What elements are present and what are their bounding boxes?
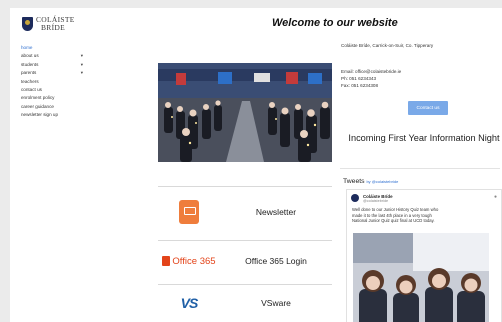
chevron-down-icon[interactable]: ▾ [81, 52, 83, 60]
office365-tile[interactable]: Office 365 Office 365 Login [158, 240, 332, 281]
contact-email[interactable]: Email: office@colaistebride.ie [341, 68, 401, 75]
contact-details: Email: office@colaistebride.ie Ph: 051 6… [341, 68, 401, 90]
vsware-tile[interactable]: VS VSware [158, 284, 332, 321]
sidebar-item-label: students [21, 61, 39, 67]
twitter-icon: ● [493, 194, 497, 200]
sidebar-item-parents[interactable]: parents ▾ [21, 69, 83, 77]
hero-image [158, 63, 332, 162]
contact-us-button[interactable]: Contact us [408, 101, 448, 115]
vsware-label: VSware [261, 298, 291, 308]
newsletter-label: Newsletter [255, 207, 297, 217]
sidebar-item-home[interactable]: home [21, 44, 83, 52]
sidebar-item-label: parents [21, 70, 37, 76]
crest-logo [22, 17, 33, 31]
avatar[interactable] [351, 194, 359, 202]
page: COLÁISTE BRÍDE home about us ▾ students ▾ par… [10, 8, 502, 322]
newsletter-icon [179, 200, 199, 224]
sidebar-item-label: newsletter sign up [21, 112, 59, 118]
newsletter-tile[interactable]: Newsletter [158, 186, 332, 237]
sidebar-item-label: home [21, 45, 33, 50]
sidebar-item-label: enrolment policy [21, 95, 55, 101]
sidebar-item-about-us[interactable]: about us ▾ [21, 52, 83, 60]
logo-line2: BRÍDE [41, 23, 65, 32]
sidebar-item-career-guidance[interactable]: career guidance [21, 103, 83, 111]
sidebar-item-teachers[interactable]: teachers [21, 78, 83, 86]
chevron-down-icon[interactable]: ▾ [81, 69, 83, 77]
school-address: Coláiste Bríde, Carrick-on-Suir, Co. Tip… [341, 43, 434, 48]
sidebar-item-enrolment-policy[interactable]: enrolment policy [21, 94, 83, 102]
page-title: Welcome to our website [272, 17, 398, 29]
tweets-header: Tweets by @colaistebride [343, 178, 398, 185]
sidebar-item-label: contact us [21, 87, 42, 93]
sidebar-item-newsletter-sign-up[interactable]: newsletter sign up [21, 111, 83, 119]
info-night-title[interactable]: Incoming First Year Information Night [340, 132, 502, 144]
chevron-down-icon[interactable]: ▾ [81, 61, 83, 69]
office365-label: Office 365 Login [245, 256, 307, 266]
tweet-card[interactable]: Coláiste Bríde @colaistebride ● Well don… [346, 189, 502, 322]
vsware-logo: VS [180, 295, 199, 311]
sidebar-item-label: about us [21, 53, 39, 59]
contact-phone: Ph: 051 6234343 [341, 76, 376, 82]
tweet-photo[interactable] [353, 233, 489, 322]
office-icon: Office 365 [162, 255, 216, 267]
tweet-handle[interactable]: @colaistebride [363, 199, 388, 203]
sidebar-item-label: teachers [21, 78, 39, 84]
divider [340, 168, 500, 169]
sidebar-item-label: career guidance [21, 103, 54, 109]
tweets-heading: Tweets [343, 178, 365, 185]
tweet-text: Well done to our Junior History Quiz tea… [352, 207, 439, 224]
sidebar-item-contact-us[interactable]: contact us [21, 86, 83, 94]
sidebar-item-students[interactable]: students ▾ [21, 61, 83, 69]
contact-fax: Fax: 051 6234308 [341, 83, 379, 89]
office-logo-text: Office 365 [172, 255, 216, 267]
school-logo[interactable]: COLÁISTE BRÍDE [22, 16, 75, 32]
sidebar-nav: home about us ▾ students ▾ parents ▾ teachers co… [21, 44, 83, 120]
tweets-by[interactable]: by @colaistebride [366, 179, 398, 184]
